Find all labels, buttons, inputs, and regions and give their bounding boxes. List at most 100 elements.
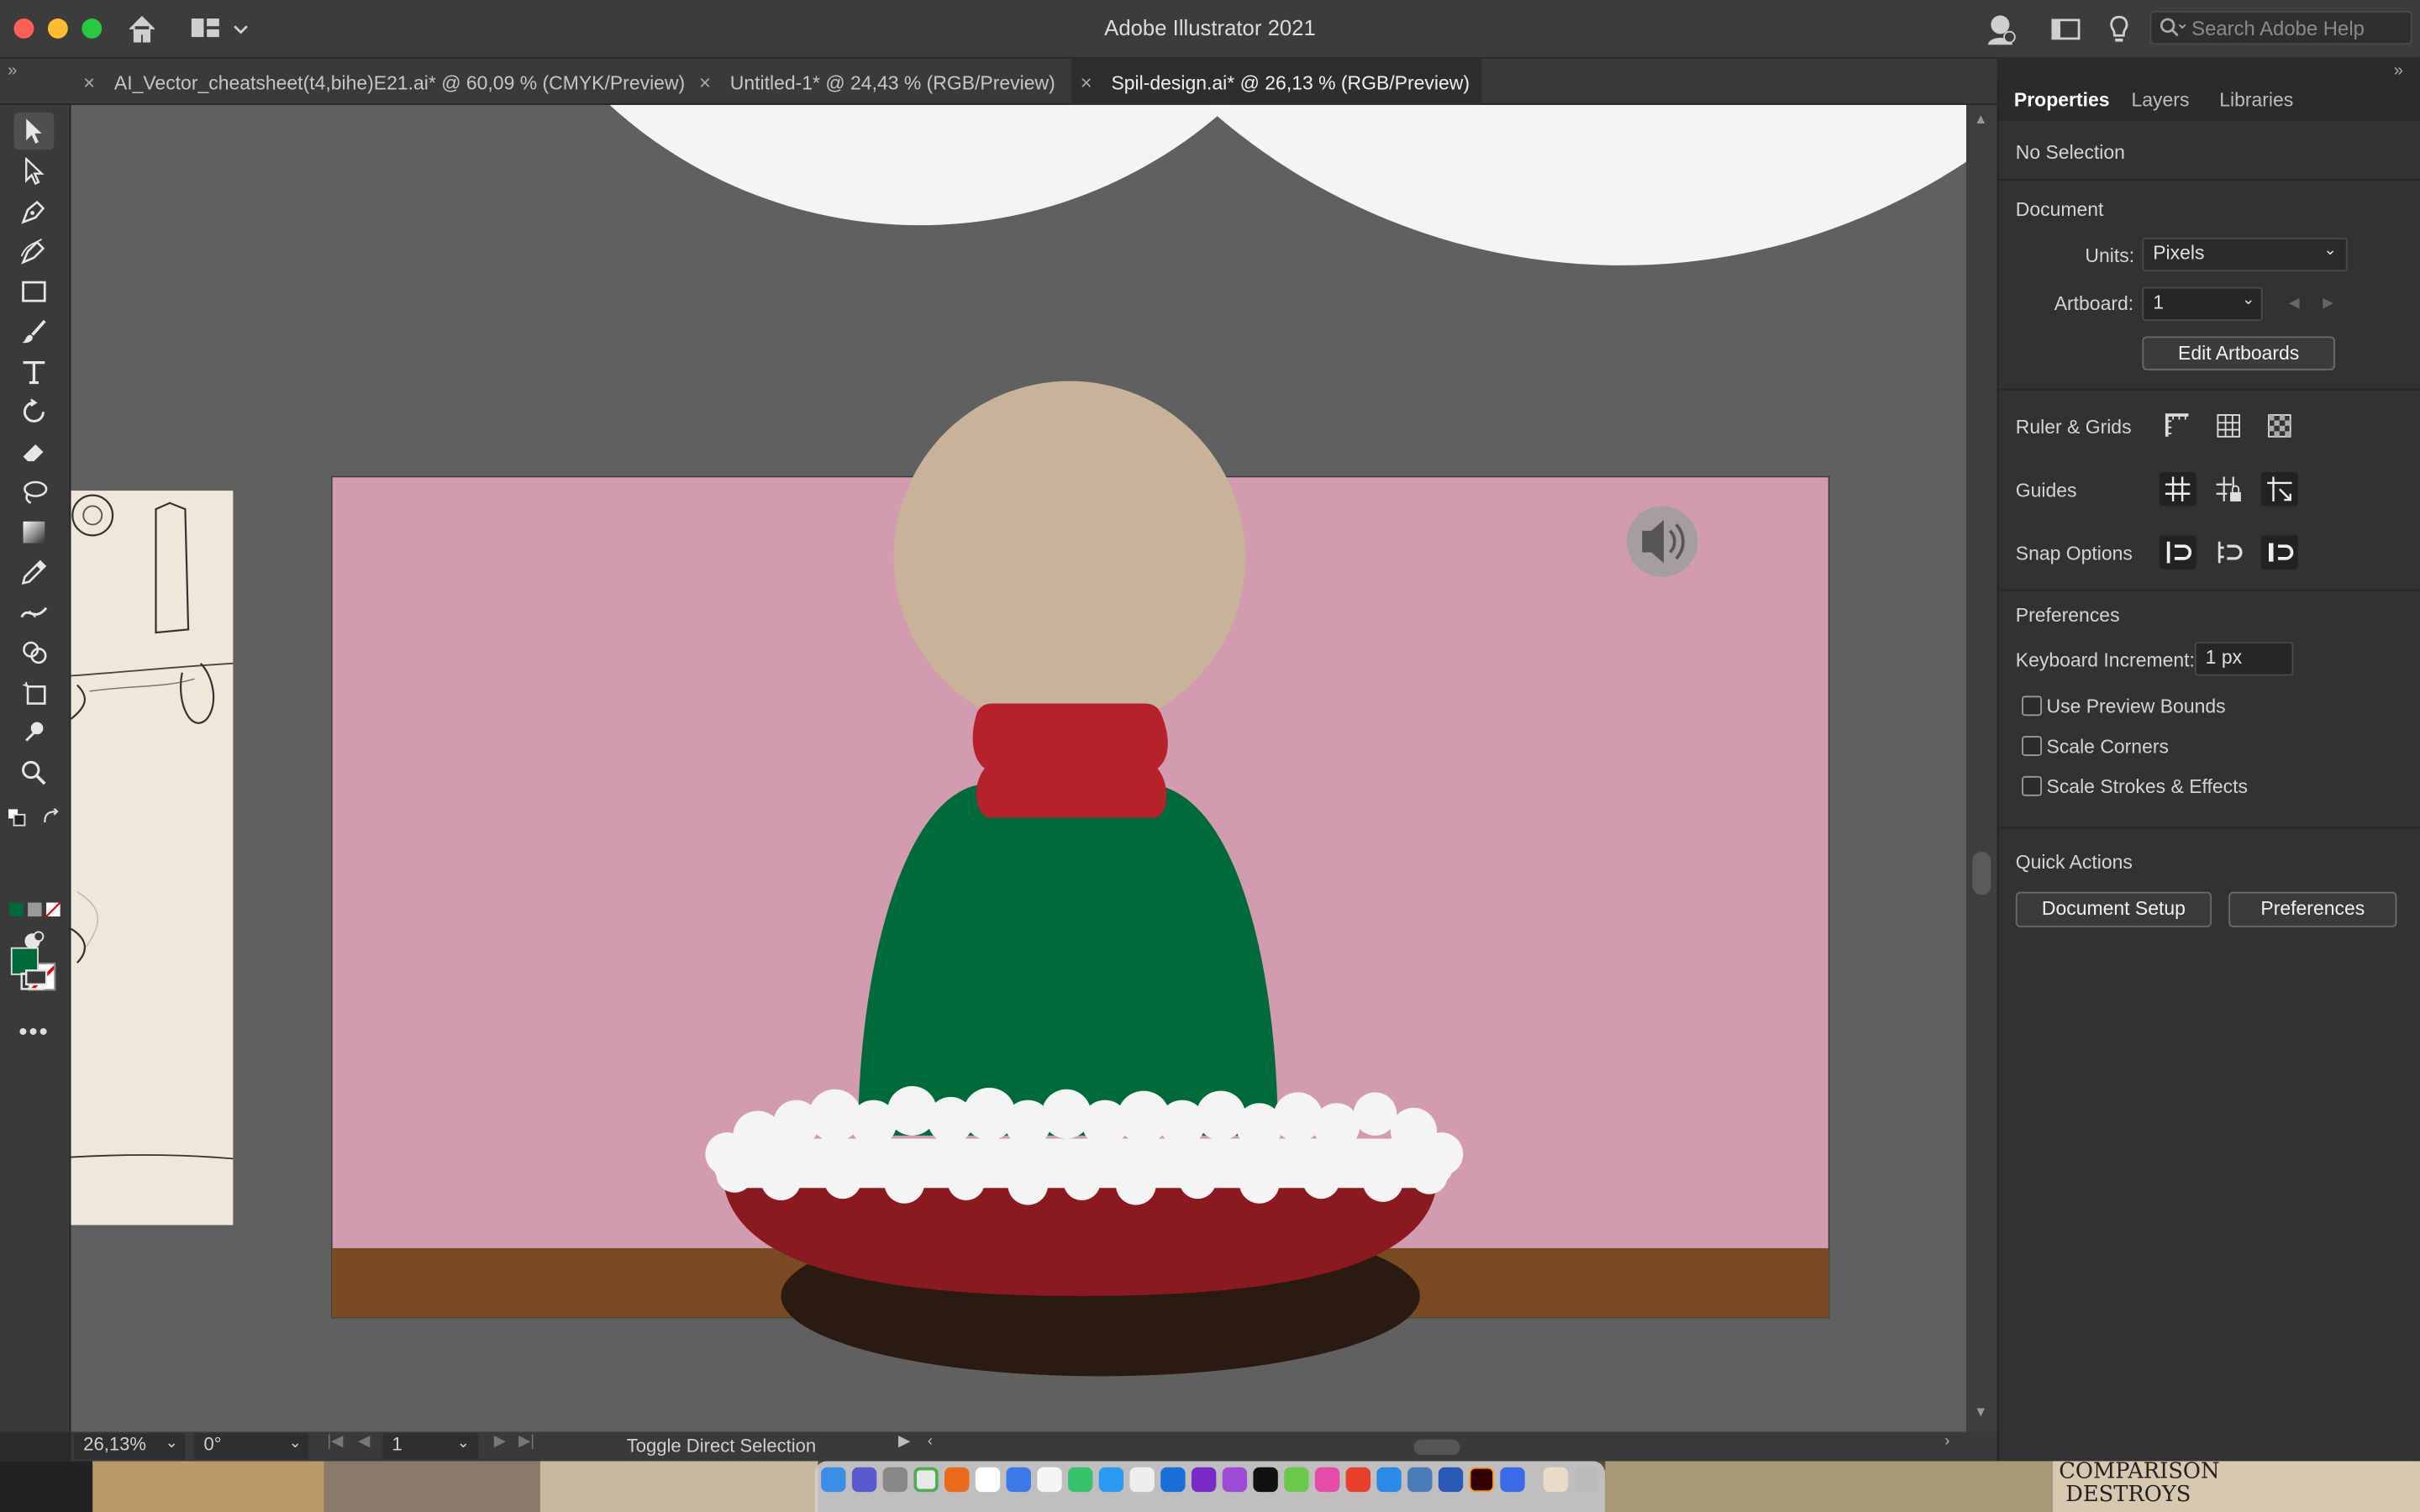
transparency-grid-icon[interactable]	[2261, 409, 2298, 443]
paintbrush-tool-icon[interactable]	[14, 313, 55, 350]
snap-to-grid-icon[interactable]	[2210, 535, 2247, 569]
selection-tool-icon[interactable]	[13, 113, 55, 150]
eyedropper-tool-icon[interactable]	[14, 554, 55, 591]
scroll-right-icon[interactable]: ›	[1944, 1433, 1949, 1450]
scale-strokes-effects-checkbox[interactable]	[2022, 775, 2042, 796]
discover-lightbulb-icon[interactable]	[2102, 13, 2136, 46]
lock-guides-icon[interactable]	[2210, 472, 2247, 506]
lasso-tool-icon[interactable]	[14, 474, 55, 511]
previous-artboard-icon[interactable]: ◀	[358, 1433, 370, 1450]
tab-layers[interactable]: Layers	[2132, 90, 2190, 112]
downloads-folder-icon[interactable]	[1543, 1467, 1569, 1493]
tab-untitled-1[interactable]: × Untitled-1* @ 24,43 % (RGB/Preview)	[690, 59, 1068, 105]
figma-icon[interactable]	[1345, 1467, 1371, 1493]
eraser-tool-icon[interactable]	[14, 433, 55, 470]
close-tab-icon[interactable]: ×	[1081, 71, 1099, 94]
smart-guides-icon[interactable]	[2260, 472, 2298, 507]
illustrator-icon[interactable]	[1469, 1467, 1494, 1493]
artboard-navigation-field[interactable]: 1 ⌄	[382, 1433, 479, 1460]
scarf-shape[interactable]	[972, 703, 1168, 818]
grid-icon[interactable]	[2210, 409, 2247, 443]
window-minimize-button[interactable]	[47, 18, 68, 39]
teams-icon[interactable]	[1500, 1467, 1525, 1493]
zoom-tool-icon[interactable]	[14, 754, 55, 791]
user-profile-icon[interactable]	[1983, 13, 2017, 46]
safari-icon[interactable]	[1129, 1467, 1155, 1493]
edit-toolbar-more-icon[interactable]: •••	[14, 1016, 55, 1053]
swap-colors-icon[interactable]	[42, 807, 60, 826]
home-icon[interactable]	[127, 14, 158, 45]
direct-selection-tool-icon[interactable]	[14, 153, 55, 190]
first-artboard-icon[interactable]: |◀	[327, 1433, 343, 1450]
firefox-icon[interactable]	[944, 1467, 970, 1493]
photos-icon[interactable]	[1284, 1467, 1309, 1493]
curvature-tool-icon[interactable]	[14, 233, 55, 270]
chevron-down-icon[interactable]: ⌄	[166, 1435, 178, 1452]
artboard-field[interactable]: 1 ⌄	[2142, 286, 2263, 322]
collapse-toolbar-icon[interactable]: »	[8, 61, 17, 80]
default-colors-icon[interactable]	[7, 807, 26, 827]
collapse-panels-icon[interactable]: »	[2394, 61, 2403, 80]
last-artboard-icon[interactable]: ▶|	[518, 1433, 534, 1450]
close-tab-icon[interactable]: ×	[83, 71, 102, 94]
preferences-button[interactable]: Preferences	[2228, 891, 2397, 927]
edit-artboards-button[interactable]: Edit Artboards	[2142, 336, 2335, 370]
vertical-scrollbar[interactable]: ▲ ▼	[1965, 104, 1997, 1432]
vscode-icon[interactable]	[1376, 1467, 1402, 1493]
document-canvas[interactable]	[71, 104, 1966, 1432]
document-setup-button[interactable]: Document Setup	[2015, 891, 2212, 927]
color-mode-icons[interactable]	[9, 898, 61, 917]
chevron-down-icon[interactable]: ⌄	[2242, 291, 2254, 308]
file-icon[interactable]	[1407, 1467, 1433, 1493]
head-circle[interactable]	[893, 381, 1246, 733]
chevron-down-icon[interactable]: ⌄	[288, 1435, 301, 1452]
rotate-tool-icon[interactable]	[14, 393, 55, 430]
use-preview-bounds-checkbox[interactable]	[2022, 696, 2042, 717]
app-store-icon[interactable]	[1098, 1467, 1124, 1493]
next-artboard-icon[interactable]: ▶	[2323, 295, 2333, 312]
tab-libraries[interactable]: Libraries	[2219, 90, 2293, 112]
facetime-icon[interactable]	[1068, 1467, 1093, 1493]
notes-icon[interactable]	[1037, 1467, 1062, 1493]
apple-tv-icon[interactable]	[1253, 1467, 1278, 1493]
music-icon[interactable]	[1314, 1467, 1340, 1493]
workspace-switcher-icon[interactable]	[191, 15, 253, 43]
word-icon[interactable]	[1438, 1467, 1464, 1493]
ruler-icon[interactable]	[2160, 409, 2196, 443]
zoom-app-icon[interactable]	[1006, 1467, 1031, 1493]
snap-to-point-icon[interactable]	[2159, 535, 2196, 570]
tab-ai-vector-cheatsheet[interactable]: × AI_Vector_cheatsheet(t4,bihe)E21.ai* @ …	[74, 59, 687, 105]
reference-sketch-image[interactable]	[71, 491, 234, 1226]
vertical-scroll-thumb[interactable]	[1972, 851, 1991, 895]
onenote-icon[interactable]	[1191, 1467, 1217, 1493]
units-select[interactable]: Pixels ⌄	[2142, 237, 2348, 272]
type-tool-icon[interactable]	[14, 354, 55, 391]
scale-corners-checkbox[interactable]	[2022, 736, 2042, 756]
shape-builder-tool-icon[interactable]	[14, 634, 55, 671]
podcasts-icon[interactable]	[1222, 1467, 1248, 1493]
gradient-tool-icon[interactable]	[14, 514, 55, 551]
scroll-left-icon[interactable]: ‹	[928, 1433, 933, 1450]
tab-spil-design[interactable]: × Spil-design.ai* @ 26,13 % (RGB/Preview)	[1071, 58, 1482, 105]
screen-mode-icon[interactable]	[14, 963, 55, 1000]
launchpad-icon[interactable]	[851, 1467, 877, 1493]
puppet-warp-tool-icon[interactable]	[14, 714, 55, 751]
status-menu-arrow-icon[interactable]: ▶	[898, 1433, 910, 1450]
artboard-tool-icon[interactable]	[14, 675, 55, 711]
window-zoom-button[interactable]	[82, 18, 103, 39]
calendar-icon[interactable]	[975, 1467, 1001, 1493]
sound-button-icon[interactable]	[1626, 506, 1698, 577]
window-close-button[interactable]	[13, 18, 34, 39]
rotation-field[interactable]: 0° ⌄	[194, 1433, 309, 1460]
close-tab-icon[interactable]: ×	[699, 71, 718, 94]
body-shape[interactable]	[858, 784, 1278, 1136]
keyboard-increment-field[interactable]: 1 px	[2194, 642, 2294, 676]
rectangle-tool-icon[interactable]	[14, 273, 55, 310]
finder-icon[interactable]	[821, 1467, 846, 1493]
horizontal-scroll-thumb[interactable]	[1413, 1439, 1460, 1456]
drawing-modes-icon[interactable]	[14, 922, 55, 959]
chrome-icon[interactable]	[913, 1467, 939, 1493]
help-search-input[interactable]: Search Adobe Help	[2149, 10, 2412, 45]
pen-tool-icon[interactable]	[14, 193, 55, 230]
tab-properties[interactable]: Properties	[2014, 90, 2110, 112]
